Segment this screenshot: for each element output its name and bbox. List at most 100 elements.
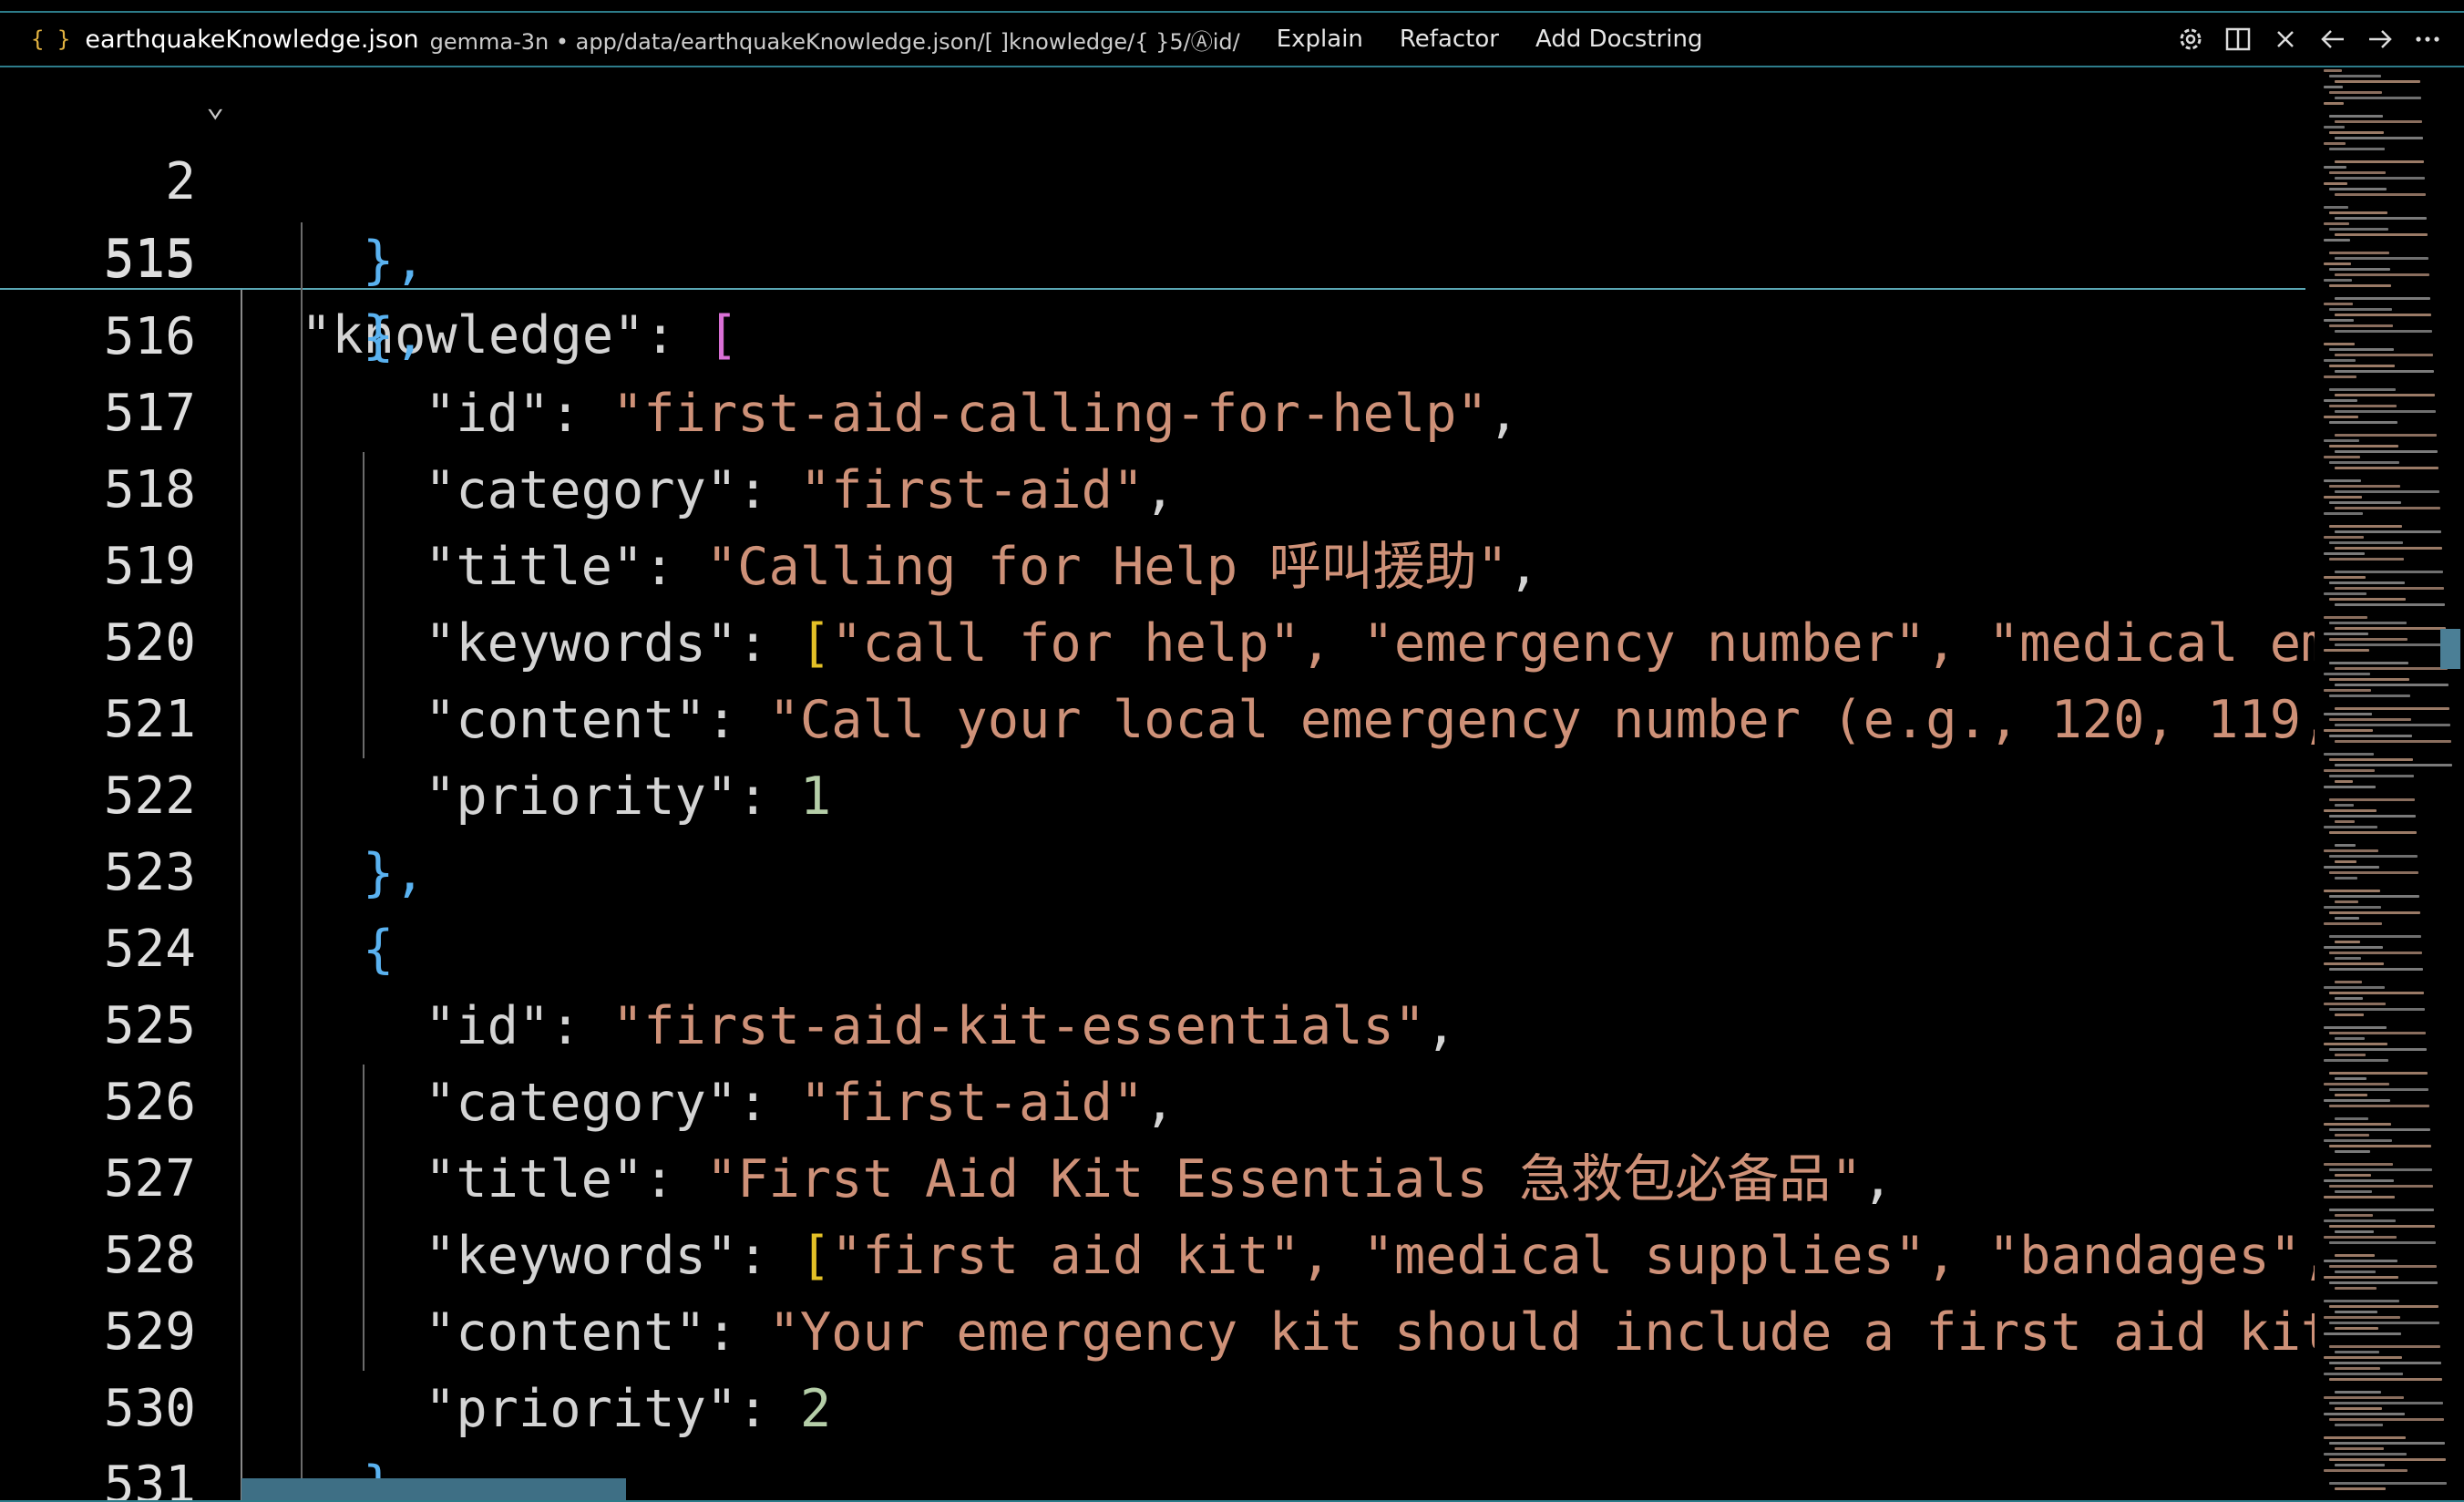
horizontal-scrollbar-thumb[interactable] bbox=[241, 1478, 626, 1502]
minimap-line bbox=[2324, 1413, 2405, 1415]
file-name-tab[interactable]: earthquakeKnowledge.json bbox=[85, 26, 418, 54]
code-line[interactable]: 525 "id": "first-aid-kit-essentials", bbox=[0, 988, 2315, 1065]
minimap-line bbox=[2329, 1145, 2431, 1147]
code-line[interactable]: 526 "category": "first-aid", bbox=[0, 1065, 2315, 1141]
minimap-line bbox=[2329, 622, 2407, 624]
minimap-line bbox=[2324, 343, 2355, 345]
minimap-line bbox=[2329, 115, 2383, 118]
code-line[interactable]: 530 "priority": 2 bbox=[0, 1371, 2315, 1447]
add-docstring-button[interactable]: Add Docstring bbox=[1535, 26, 1702, 53]
explain-button[interactable]: Explain bbox=[1277, 26, 1363, 53]
line-number: 527 bbox=[103, 1149, 196, 1209]
minimap-line bbox=[2335, 804, 2354, 807]
code-line[interactable]: 518 "category": "first-aid", bbox=[0, 452, 2315, 529]
minimap-line bbox=[2324, 206, 2348, 209]
minimap-line bbox=[2329, 485, 2400, 488]
code-text: "content": "Your emergency kit should in… bbox=[425, 1294, 2315, 1371]
minimap-line bbox=[2329, 1072, 2428, 1075]
minimap-line bbox=[2335, 844, 2356, 847]
arrow-left-icon[interactable] bbox=[2315, 21, 2351, 57]
code-line[interactable]: 522 "priority": 1 bbox=[0, 758, 2315, 835]
code-line[interactable]: 529 "content": "Your emergency kit should… bbox=[0, 1294, 2315, 1371]
minimap-slider[interactable] bbox=[2440, 629, 2460, 669]
minimap-line bbox=[2324, 319, 2354, 322]
minimap-line bbox=[2329, 1322, 2439, 1324]
minimap-line bbox=[2324, 866, 2379, 869]
code-line[interactable]: 523}, bbox=[0, 835, 2315, 911]
minimap-line bbox=[2335, 177, 2425, 180]
minimap-line bbox=[2329, 1128, 2430, 1131]
code-editor[interactable]: 2 ⌄ "knowledge": [ 515 }, 515}, 516 {517 "i… bbox=[0, 67, 2315, 1502]
line-number: 516 bbox=[103, 307, 196, 366]
code-line[interactable]: 515}, bbox=[0, 222, 2315, 299]
minimap-line bbox=[2324, 649, 2369, 652]
chevron-down-icon[interactable]: ⌄ bbox=[206, 87, 224, 124]
minimap-line bbox=[2335, 941, 2360, 943]
minimap-line bbox=[2324, 1219, 2396, 1222]
line-number: 523 bbox=[103, 843, 196, 902]
minimap-line bbox=[2329, 638, 2408, 641]
json-string-value: "first-aid" bbox=[799, 460, 1145, 520]
code-line[interactable]: 524 { bbox=[0, 911, 2315, 988]
minimap-line bbox=[2329, 952, 2422, 954]
code-text: "priority": 1 bbox=[425, 766, 832, 827]
minimap-line bbox=[2335, 643, 2447, 646]
minimap-line bbox=[2329, 1305, 2438, 1308]
brace-token: { bbox=[363, 307, 395, 367]
minimap-line bbox=[2335, 160, 2424, 163]
settings-icon[interactable] bbox=[2172, 21, 2209, 57]
minimap-line bbox=[2324, 456, 2360, 458]
minimap[interactable] bbox=[2318, 69, 2459, 1502]
line-number: 529 bbox=[103, 1302, 196, 1362]
minimap-line bbox=[2324, 552, 2365, 555]
json-key: "keywords" bbox=[425, 613, 738, 674]
minimap-line bbox=[2329, 461, 2399, 464]
minimap-line bbox=[2329, 1185, 2433, 1188]
minimap-line bbox=[2335, 394, 2435, 396]
arrow-right-icon[interactable] bbox=[2362, 21, 2398, 57]
minimap-line bbox=[2324, 616, 2367, 619]
minimap-line bbox=[2335, 1464, 2385, 1466]
minimap-line bbox=[2324, 1236, 2397, 1239]
minimap-line bbox=[2324, 1123, 2391, 1126]
code-line[interactable]: 528 "keywords": ["first aid kit", "medica… bbox=[0, 1218, 2315, 1294]
minimap-line bbox=[2329, 421, 2397, 424]
code-line[interactable]: 521 "content": "Call your local emergency… bbox=[0, 682, 2315, 758]
minimap-line bbox=[2329, 581, 2405, 584]
minimap-line bbox=[2324, 1396, 2404, 1399]
minimap-line bbox=[2324, 1163, 2393, 1166]
line-number: 520 bbox=[103, 613, 196, 673]
minimap-line bbox=[2329, 268, 2390, 271]
code-line[interactable]: 516 { bbox=[0, 299, 2315, 376]
sticky-line[interactable]: 2 ⌄ "knowledge": [ bbox=[0, 67, 2315, 365]
minimap-line bbox=[2329, 525, 2402, 528]
code-line[interactable]: 520 "keywords": ["call for help", "emerge… bbox=[0, 605, 2315, 682]
minimap-line bbox=[2329, 501, 2401, 504]
split-editor-icon[interactable] bbox=[2220, 21, 2256, 57]
code-line[interactable]: 527 "title": "First Aid Kit Essentials 急救… bbox=[0, 1141, 2315, 1218]
minimap-line bbox=[2335, 1134, 2369, 1137]
minimap-line bbox=[2324, 69, 2342, 72]
json-string-value: "Call your local emergency number (e.g.,… bbox=[768, 690, 2315, 750]
minimap-line bbox=[2324, 906, 2381, 909]
more-icon[interactable] bbox=[2409, 21, 2446, 57]
json-string-value: "first-aid-kit-essentials" bbox=[611, 996, 1426, 1056]
refactor-button[interactable]: Refactor bbox=[1400, 26, 1499, 53]
minimap-line bbox=[2335, 273, 2429, 276]
minimap-line bbox=[2324, 1026, 2387, 1029]
minimap-line bbox=[2324, 1469, 2408, 1472]
code-line[interactable]: 517 "id": "first-aid-calling-for-help", bbox=[0, 376, 2315, 452]
sticky-line[interactable]: 515 }, bbox=[0, 144, 2315, 365]
code-text: "keywords": ["call for help", "emergency… bbox=[425, 605, 2315, 682]
minimap-line bbox=[2324, 673, 2370, 675]
line-number: 528 bbox=[103, 1226, 196, 1285]
close-icon[interactable] bbox=[2267, 21, 2304, 57]
minimap-line bbox=[2329, 1008, 2425, 1011]
minimap-line bbox=[2335, 490, 2439, 493]
minimap-line bbox=[2324, 1453, 2407, 1456]
code-line[interactable]: 519 "title": "Calling for Help 呼叫援助", bbox=[0, 529, 2315, 605]
breadcrumb[interactable]: gemma-3n • app/data/earthquakeKnowledge.… bbox=[430, 24, 1240, 56]
minimap-line bbox=[2335, 450, 2438, 453]
minimap-line bbox=[2329, 855, 2418, 858]
minimap-line bbox=[2335, 1391, 2381, 1394]
